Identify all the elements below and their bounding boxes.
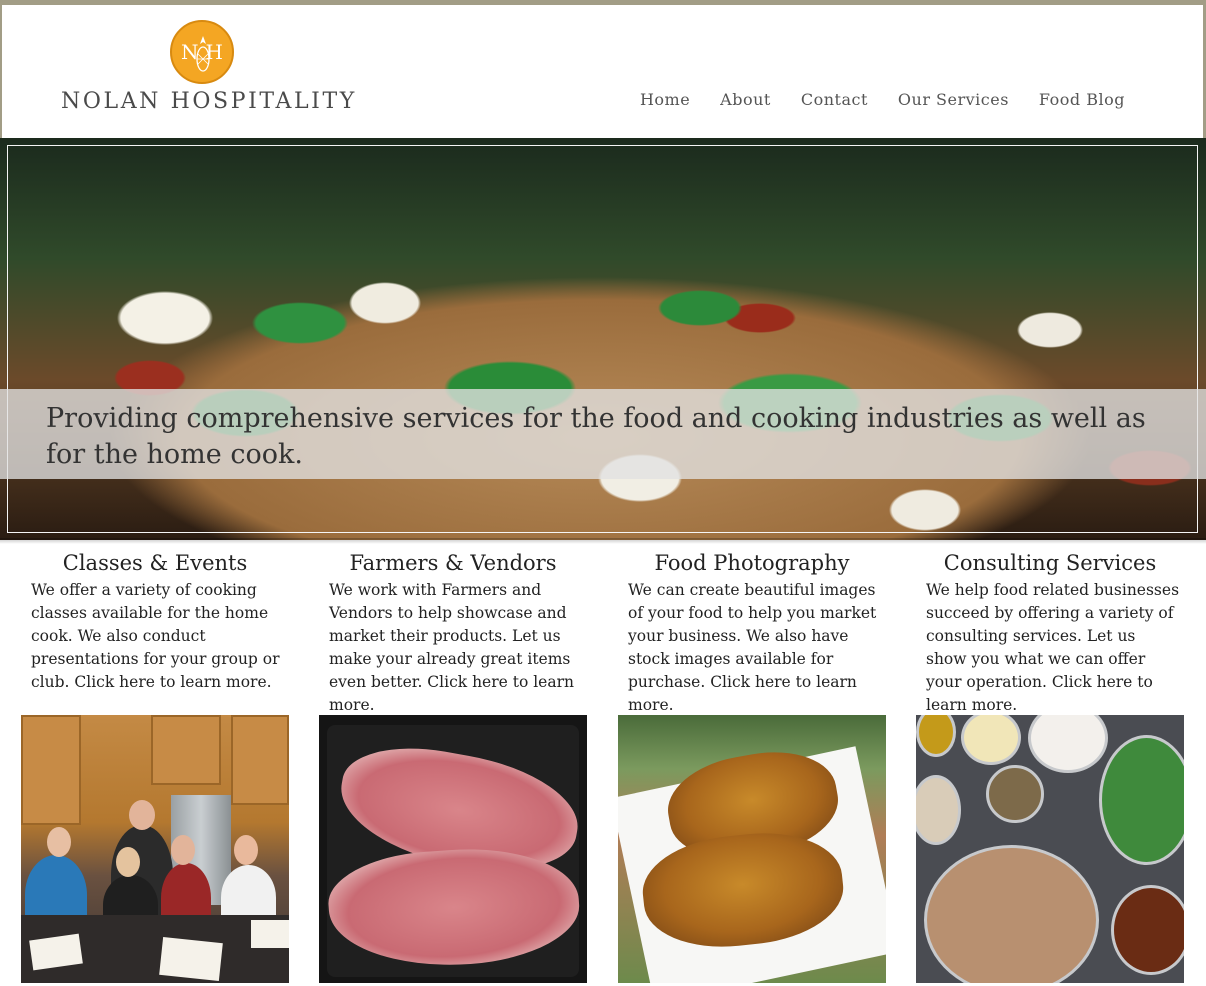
service-title[interactable]: Food Photography — [618, 548, 886, 578]
service-title[interactable]: Consulting Services — [916, 548, 1184, 578]
hero-shadow — [0, 538, 1206, 544]
service-consulting: Consulting Services We help food related… — [916, 548, 1184, 717]
nav-our-services[interactable]: Our Services — [898, 90, 1009, 109]
site-header: N H NOLAN HOSPITALITY Home About Contact… — [2, 5, 1203, 138]
service-farmers-vendors: Farmers & Vendors We work with Farmers a… — [319, 548, 587, 717]
hero-pizza-image: Providing comprehensive services for the… — [0, 138, 1206, 540]
service-classes-events: Classes & Events We offer a variety of c… — [21, 548, 289, 694]
food-photography-photo[interactable] — [618, 715, 886, 983]
service-description[interactable]: We help food related businesses succeed … — [916, 579, 1184, 717]
hero-caption-text: Providing comprehensive services for the… — [46, 403, 1146, 470]
service-description[interactable]: We work with Farmers and Vendors to help… — [319, 579, 587, 717]
service-title[interactable]: Classes & Events — [21, 548, 289, 578]
hero-caption-band: Providing comprehensive services for the… — [0, 389, 1206, 479]
nav-home[interactable]: Home — [640, 90, 690, 109]
main-nav: Home About Contact Our Services Food Blo… — [640, 90, 1125, 109]
service-description[interactable]: We can create beautiful images of your f… — [618, 579, 886, 717]
nav-food-blog[interactable]: Food Blog — [1039, 90, 1125, 109]
brand-name[interactable]: NOLAN HOSPITALITY — [61, 89, 357, 114]
logo-letter-right: H — [205, 40, 223, 64]
classes-photo[interactable] — [21, 715, 289, 983]
nav-about[interactable]: About — [720, 90, 771, 109]
nav-contact[interactable]: Contact — [801, 90, 868, 109]
logo-pineapple-icon[interactable]: N H — [170, 20, 234, 84]
service-food-photography: Food Photography We can create beautiful… — [618, 548, 886, 717]
service-description[interactable]: We offer a variety of cooking classes av… — [21, 579, 289, 694]
service-title[interactable]: Farmers & Vendors — [319, 548, 587, 578]
consulting-photo[interactable] — [916, 715, 1184, 983]
farmers-photo[interactable] — [319, 715, 587, 983]
